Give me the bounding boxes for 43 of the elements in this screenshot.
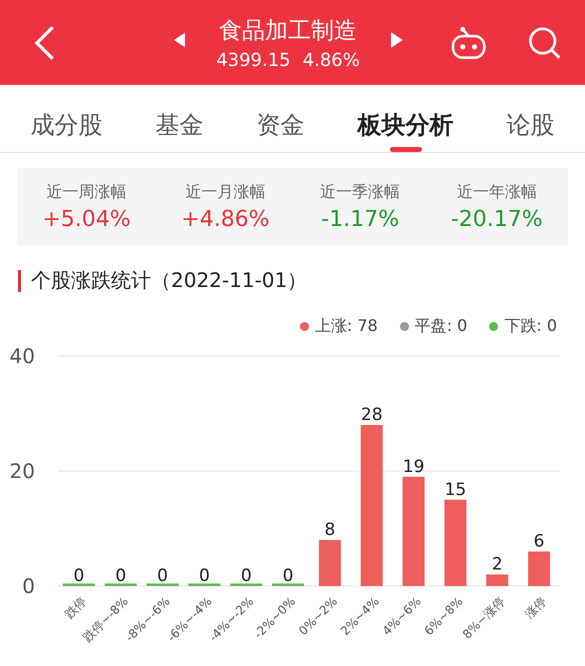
next-icon[interactable] — [390, 32, 403, 48]
stat-label: 近一季涨幅 — [320, 182, 400, 202]
previous-icon[interactable] — [174, 32, 186, 48]
tab[interactable]: 资金 — [252, 104, 308, 152]
bar-value-label: 0 — [115, 566, 126, 586]
bar-value-label: 19 — [402, 456, 424, 477]
bar-value-label: 0 — [157, 566, 168, 586]
bar-value-label: 0 — [282, 566, 294, 586]
stat-label: 近一年涨幅 — [456, 182, 537, 202]
tab[interactable]: 基金 — [152, 104, 208, 152]
bar-value-label: 0 — [74, 566, 84, 586]
index-change: 4.86% — [302, 50, 360, 70]
x-category-label: 跌停 — [62, 594, 90, 622]
bar-value-label: 6 — [534, 532, 544, 552]
stat-label: 近一月涨幅 — [185, 182, 266, 202]
x-category-label: 涨停 — [522, 594, 550, 622]
legend-label: 平盘: 0 — [414, 316, 468, 337]
bar-value-label: 0 — [199, 566, 210, 586]
stat-value: -1.17% — [321, 206, 400, 232]
back-icon[interactable] — [34, 24, 56, 60]
bar-value-label: 28 — [360, 405, 383, 425]
tab[interactable]: 成分股 — [26, 104, 106, 152]
legend-label: 下跌: 0 — [504, 316, 557, 337]
section-title: 个股涨跌统计（2022-11-01） — [31, 267, 308, 294]
search-icon[interactable] — [528, 26, 562, 60]
bar-value-label: 0 — [240, 566, 252, 586]
bar-value-label: 15 — [444, 480, 466, 500]
bar-value-label: 2 — [492, 554, 503, 574]
stat-value: +4.86% — [181, 206, 270, 232]
tab[interactable]: 板块分析 — [354, 104, 458, 152]
stat-value: +5.04% — [42, 206, 131, 232]
stat-value: -20.17% — [450, 206, 543, 232]
stat-label: 近一周涨幅 — [46, 182, 126, 202]
sector-title: 食品加工制造 — [219, 16, 358, 46]
y-tick-label: 0 — [22, 574, 35, 598]
section-marker — [18, 270, 21, 292]
robot-icon[interactable] — [450, 26, 486, 60]
index-price: 4399.15 — [216, 50, 291, 70]
tab[interactable]: 论股 — [502, 104, 558, 152]
legend-label: 上涨: 78 — [314, 316, 378, 337]
y-tick-label: 40 — [10, 344, 35, 368]
y-tick-label: 20 — [10, 459, 35, 483]
bar-value-label: 8 — [324, 520, 336, 540]
